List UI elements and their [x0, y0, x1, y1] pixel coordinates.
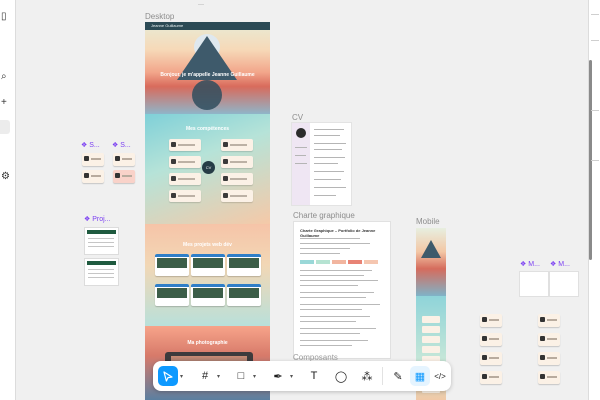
move-tool-icon[interactable]: [158, 366, 178, 386]
add-icon[interactable]: +: [1, 98, 7, 108]
cv-badge: CV: [202, 161, 215, 174]
rail-divider: [591, 40, 599, 41]
color-swatch: [316, 260, 330, 264]
component-card[interactable]: [113, 153, 135, 166]
projects-title: Mes projets web dév: [183, 242, 232, 248]
component-label[interactable]: ❖ M...: [550, 260, 570, 268]
component-card[interactable]: [480, 352, 502, 365]
collapse-icon[interactable]: ▯: [1, 12, 7, 22]
chevron-down-icon[interactable]: ▾: [180, 373, 183, 380]
settings-icon[interactable]: ⚙: [1, 172, 10, 182]
skill-card: [169, 173, 201, 185]
actions-tool-icon[interactable]: ⁂: [357, 366, 377, 386]
shape-tool-icon[interactable]: □: [231, 366, 251, 386]
globe-illustration: [192, 80, 222, 110]
chevron-down-icon[interactable]: ▾: [290, 373, 293, 380]
hero-section: Jeanne Guillaume Bonjour, je m'appelle J…: [145, 22, 270, 114]
hero-title: Bonjour, je m'appelle Jeanne Guillaume: [160, 72, 255, 78]
bottom-toolbar: ▾ # ▾ □ ▾ ✒ ▾ T ◯ ⁂ ✎ ▦ </>: [153, 361, 451, 391]
text-tool-icon[interactable]: T: [304, 366, 324, 386]
skill-card: [221, 139, 253, 151]
frame-label-cv[interactable]: CV: [292, 113, 303, 122]
chevron-down-icon[interactable]: ▾: [217, 373, 220, 380]
component-card[interactable]: [538, 371, 560, 384]
photography-title: Ma photographie: [187, 340, 228, 346]
skill-card: [221, 156, 253, 168]
rail-divider: [591, 14, 599, 15]
component-card[interactable]: [520, 272, 548, 296]
frame-tool-icon[interactable]: #: [195, 366, 215, 386]
draw-mode-icon[interactable]: ✎: [388, 366, 408, 386]
charte-doc-title: Charte Graphique – Portfolio de Jeanne G…: [300, 228, 376, 238]
color-swatch: [300, 260, 314, 264]
right-rail: [588, 0, 600, 400]
component-card[interactable]: [538, 333, 560, 346]
project-card: [155, 254, 189, 276]
skill-card: [169, 139, 201, 151]
component-card[interactable]: [82, 153, 104, 166]
charte-frame[interactable]: Charte Graphique – Portfolio de Jeanne G…: [294, 222, 390, 358]
project-card: [191, 254, 225, 276]
search-icon[interactable]: ⌕: [1, 72, 7, 82]
projects-section: Mes projets web dév: [145, 224, 270, 326]
project-card: [227, 284, 261, 306]
component-label[interactable]: ❖ S...: [81, 141, 100, 149]
rail-divider: [591, 110, 599, 111]
component-label[interactable]: ❖ S...: [112, 141, 131, 149]
project-component[interactable]: [85, 259, 118, 285]
component-label[interactable]: ❖ Proj...: [84, 215, 111, 223]
frame-label-desktop[interactable]: Desktop: [145, 12, 174, 21]
component-card[interactable]: [538, 314, 560, 327]
component-card[interactable]: [480, 371, 502, 384]
component-card[interactable]: [480, 314, 502, 327]
left-rail: ▯ ⌕ + ⚙: [0, 0, 16, 400]
frame-label-mobile[interactable]: Mobile: [416, 217, 440, 226]
avatar: [296, 128, 306, 138]
component-card[interactable]: [550, 272, 578, 296]
project-card: [227, 254, 261, 276]
dev-mode-icon[interactable]: </>: [430, 366, 450, 386]
rail-divider: [591, 160, 599, 161]
site-nav: Jeanne Guillaume: [145, 22, 270, 30]
skill-card: [221, 173, 253, 185]
skill-card: [169, 156, 201, 168]
mobile-hero: [416, 228, 446, 296]
pen-tool-icon[interactable]: ✒: [268, 366, 288, 386]
top-marker: —: [198, 2, 204, 8]
design-mode-icon[interactable]: ▦: [410, 366, 430, 386]
desktop-frame[interactable]: Jeanne Guillaume Bonjour, je m'appelle J…: [145, 22, 270, 400]
comment-tool-icon[interactable]: ◯: [331, 366, 351, 386]
project-card: [191, 284, 225, 306]
component-card-hover[interactable]: [113, 170, 135, 183]
color-swatch: [348, 260, 362, 264]
color-swatch: [332, 260, 346, 264]
frame-label-charte[interactable]: Charte graphique: [293, 211, 355, 220]
skills-title: Mes compétences: [185, 126, 230, 132]
cv-frame[interactable]: [292, 123, 351, 205]
nav-title: Jeanne Guillaume: [151, 23, 184, 28]
toolbar-divider: [382, 367, 383, 385]
component-card[interactable]: [480, 333, 502, 346]
component-card[interactable]: [538, 352, 560, 365]
component-label[interactable]: ❖ M...: [520, 260, 540, 268]
skill-card: [221, 190, 253, 202]
project-component[interactable]: [85, 228, 118, 254]
chevron-down-icon[interactable]: ▾: [253, 373, 256, 380]
color-swatch: [364, 260, 378, 264]
skill-card: [169, 190, 201, 202]
component-card[interactable]: [82, 170, 104, 183]
project-card: [155, 284, 189, 306]
skills-section: Mes compétences CV: [145, 114, 270, 224]
page-indicator[interactable]: [0, 120, 10, 134]
